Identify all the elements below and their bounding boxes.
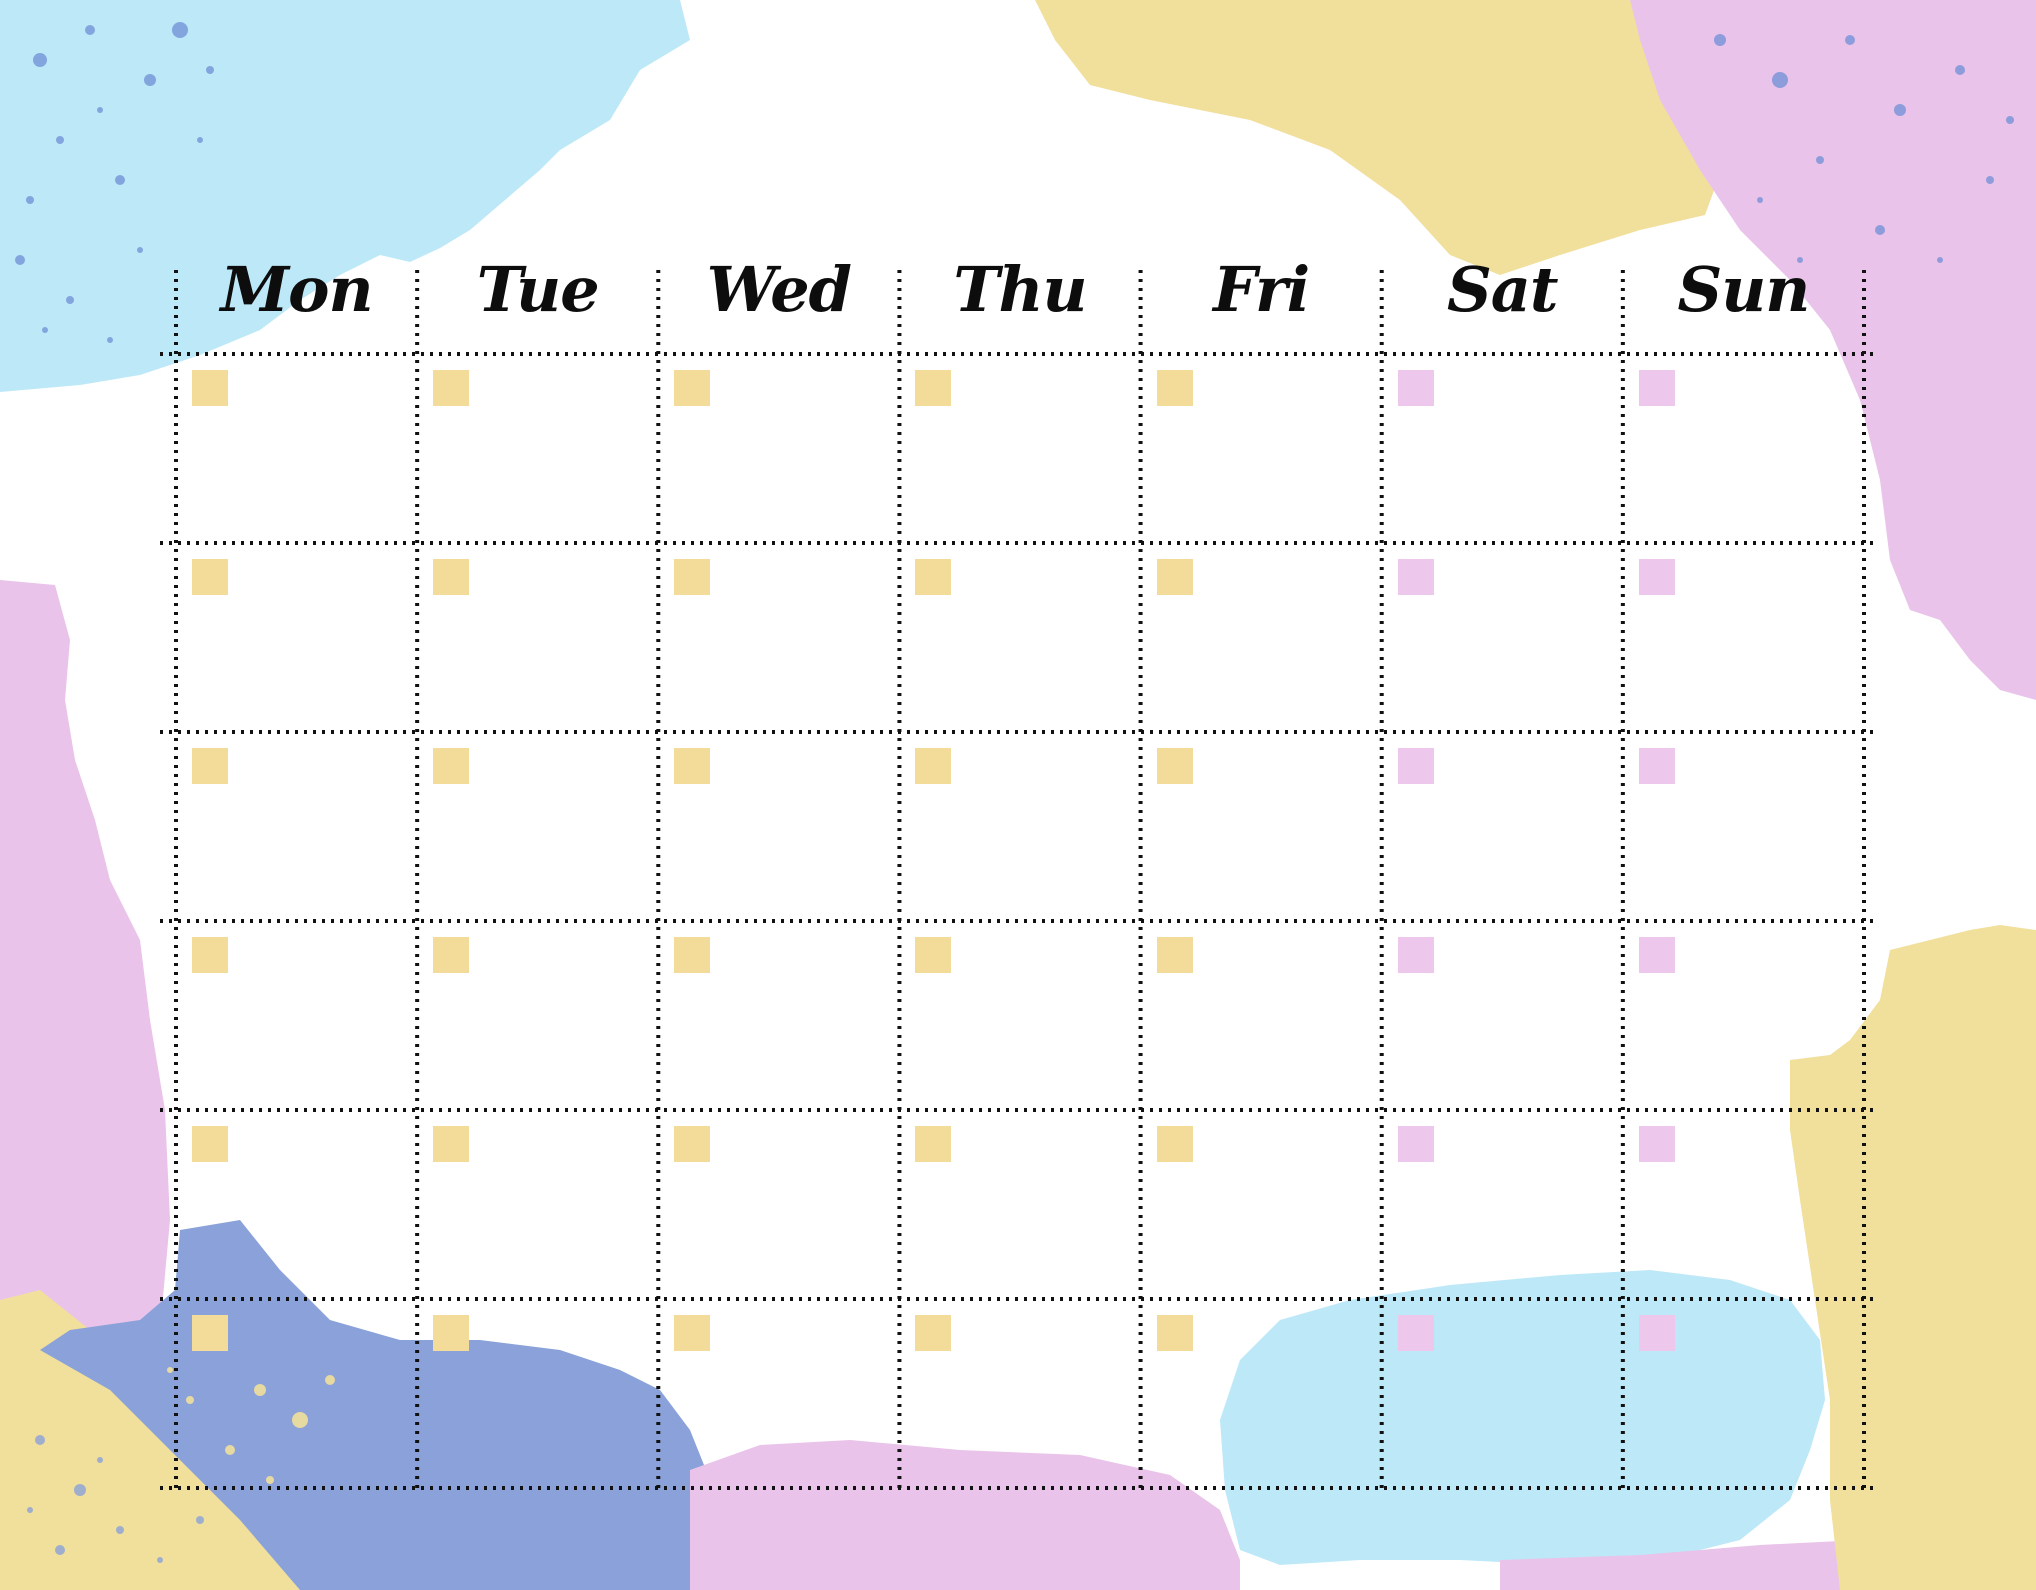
weekday-date-marker xyxy=(674,748,711,784)
weekday-date-marker xyxy=(674,937,711,973)
day-cell[interactable] xyxy=(176,732,417,921)
day-cell[interactable] xyxy=(899,1110,1140,1299)
weekday-date-marker xyxy=(915,559,952,595)
weekday-date-marker xyxy=(674,370,711,406)
weekly-calendar: Mon Tue Wed Thu Fri Sat Sun xyxy=(0,0,2036,1590)
day-cell[interactable] xyxy=(417,543,658,732)
weekend-date-marker xyxy=(1638,1315,1675,1351)
weekend-date-marker xyxy=(1397,370,1434,406)
day-cell[interactable] xyxy=(1141,921,1382,1110)
weekday-date-marker xyxy=(674,1315,711,1351)
day-cell[interactable] xyxy=(176,543,417,732)
day-cell[interactable] xyxy=(1623,543,1864,732)
day-cell[interactable] xyxy=(1623,732,1864,921)
weekday-date-marker xyxy=(915,748,952,784)
weekend-date-marker xyxy=(1638,559,1675,595)
weekend-date-marker xyxy=(1638,748,1675,784)
weekday-date-marker xyxy=(915,937,952,973)
weekday-date-marker xyxy=(192,937,228,973)
weekend-date-marker xyxy=(1397,937,1434,973)
day-cell[interactable] xyxy=(899,921,1140,1110)
weekday-date-marker xyxy=(192,1315,228,1351)
day-cell[interactable] xyxy=(1382,921,1623,1110)
weekday-date-marker xyxy=(433,937,470,973)
day-cell[interactable] xyxy=(899,354,1140,543)
day-cell[interactable] xyxy=(1141,1299,1382,1488)
weekday-date-marker xyxy=(915,370,952,406)
weekday-date-marker xyxy=(433,1315,470,1351)
weekday-date-marker xyxy=(433,559,470,595)
day-cell[interactable] xyxy=(1623,921,1864,1110)
day-cell[interactable] xyxy=(658,1299,899,1488)
day-cell[interactable] xyxy=(417,354,658,543)
weekend-date-marker xyxy=(1638,937,1675,973)
day-cell[interactable] xyxy=(1623,354,1864,543)
day-cell[interactable] xyxy=(176,1299,417,1488)
weekday-date-marker xyxy=(433,1126,470,1162)
weekday-date-marker xyxy=(1156,937,1193,973)
day-cell[interactable] xyxy=(417,1299,658,1488)
day-cell[interactable] xyxy=(1623,1299,1864,1488)
day-cell[interactable] xyxy=(417,921,658,1110)
day-cell[interactable] xyxy=(658,921,899,1110)
weekday-date-marker xyxy=(192,370,228,406)
weekend-date-marker xyxy=(1397,748,1434,784)
day-cell[interactable] xyxy=(1141,732,1382,921)
day-cell[interactable] xyxy=(658,732,899,921)
weekend-date-marker xyxy=(1397,559,1434,595)
day-cell[interactable] xyxy=(658,354,899,543)
day-cell[interactable] xyxy=(1141,1110,1382,1299)
weekday-date-marker xyxy=(674,1126,711,1162)
weekday-date-marker xyxy=(433,748,470,784)
weekday-date-marker xyxy=(1156,370,1193,406)
weekday-date-marker xyxy=(1156,748,1193,784)
weekday-date-marker xyxy=(1156,1126,1193,1162)
day-cell[interactable] xyxy=(176,921,417,1110)
weekend-date-marker xyxy=(1397,1315,1434,1351)
weekday-date-marker xyxy=(674,559,711,595)
day-cell[interactable] xyxy=(899,732,1140,921)
day-cell[interactable] xyxy=(658,1110,899,1299)
weekday-date-marker xyxy=(192,1126,228,1162)
day-cell[interactable] xyxy=(899,543,1140,732)
day-cell[interactable] xyxy=(1382,354,1623,543)
day-cell[interactable] xyxy=(176,1110,417,1299)
day-cell[interactable] xyxy=(1382,1110,1623,1299)
day-cell[interactable] xyxy=(1382,1299,1623,1488)
weekday-date-marker xyxy=(1156,559,1193,595)
weekday-date-marker xyxy=(1156,1315,1193,1351)
weekend-date-marker xyxy=(1638,370,1675,406)
weekend-date-marker xyxy=(1638,1126,1675,1162)
day-cell[interactable] xyxy=(1141,543,1382,732)
day-cell[interactable] xyxy=(417,732,658,921)
day-cell[interactable] xyxy=(1382,732,1623,921)
day-cell[interactable] xyxy=(176,354,417,543)
weekday-date-marker xyxy=(915,1315,952,1351)
day-cell[interactable] xyxy=(1623,1110,1864,1299)
day-cell[interactable] xyxy=(417,1110,658,1299)
weekday-date-marker xyxy=(433,370,470,406)
weekday-date-marker xyxy=(915,1126,952,1162)
weekday-date-marker xyxy=(192,559,228,595)
day-cell[interactable] xyxy=(1141,354,1382,543)
weekend-date-marker xyxy=(1397,1126,1434,1162)
day-cell[interactable] xyxy=(899,1299,1140,1488)
day-cell[interactable] xyxy=(658,543,899,732)
weekday-date-marker xyxy=(192,748,228,784)
day-cell[interactable] xyxy=(1382,543,1623,732)
